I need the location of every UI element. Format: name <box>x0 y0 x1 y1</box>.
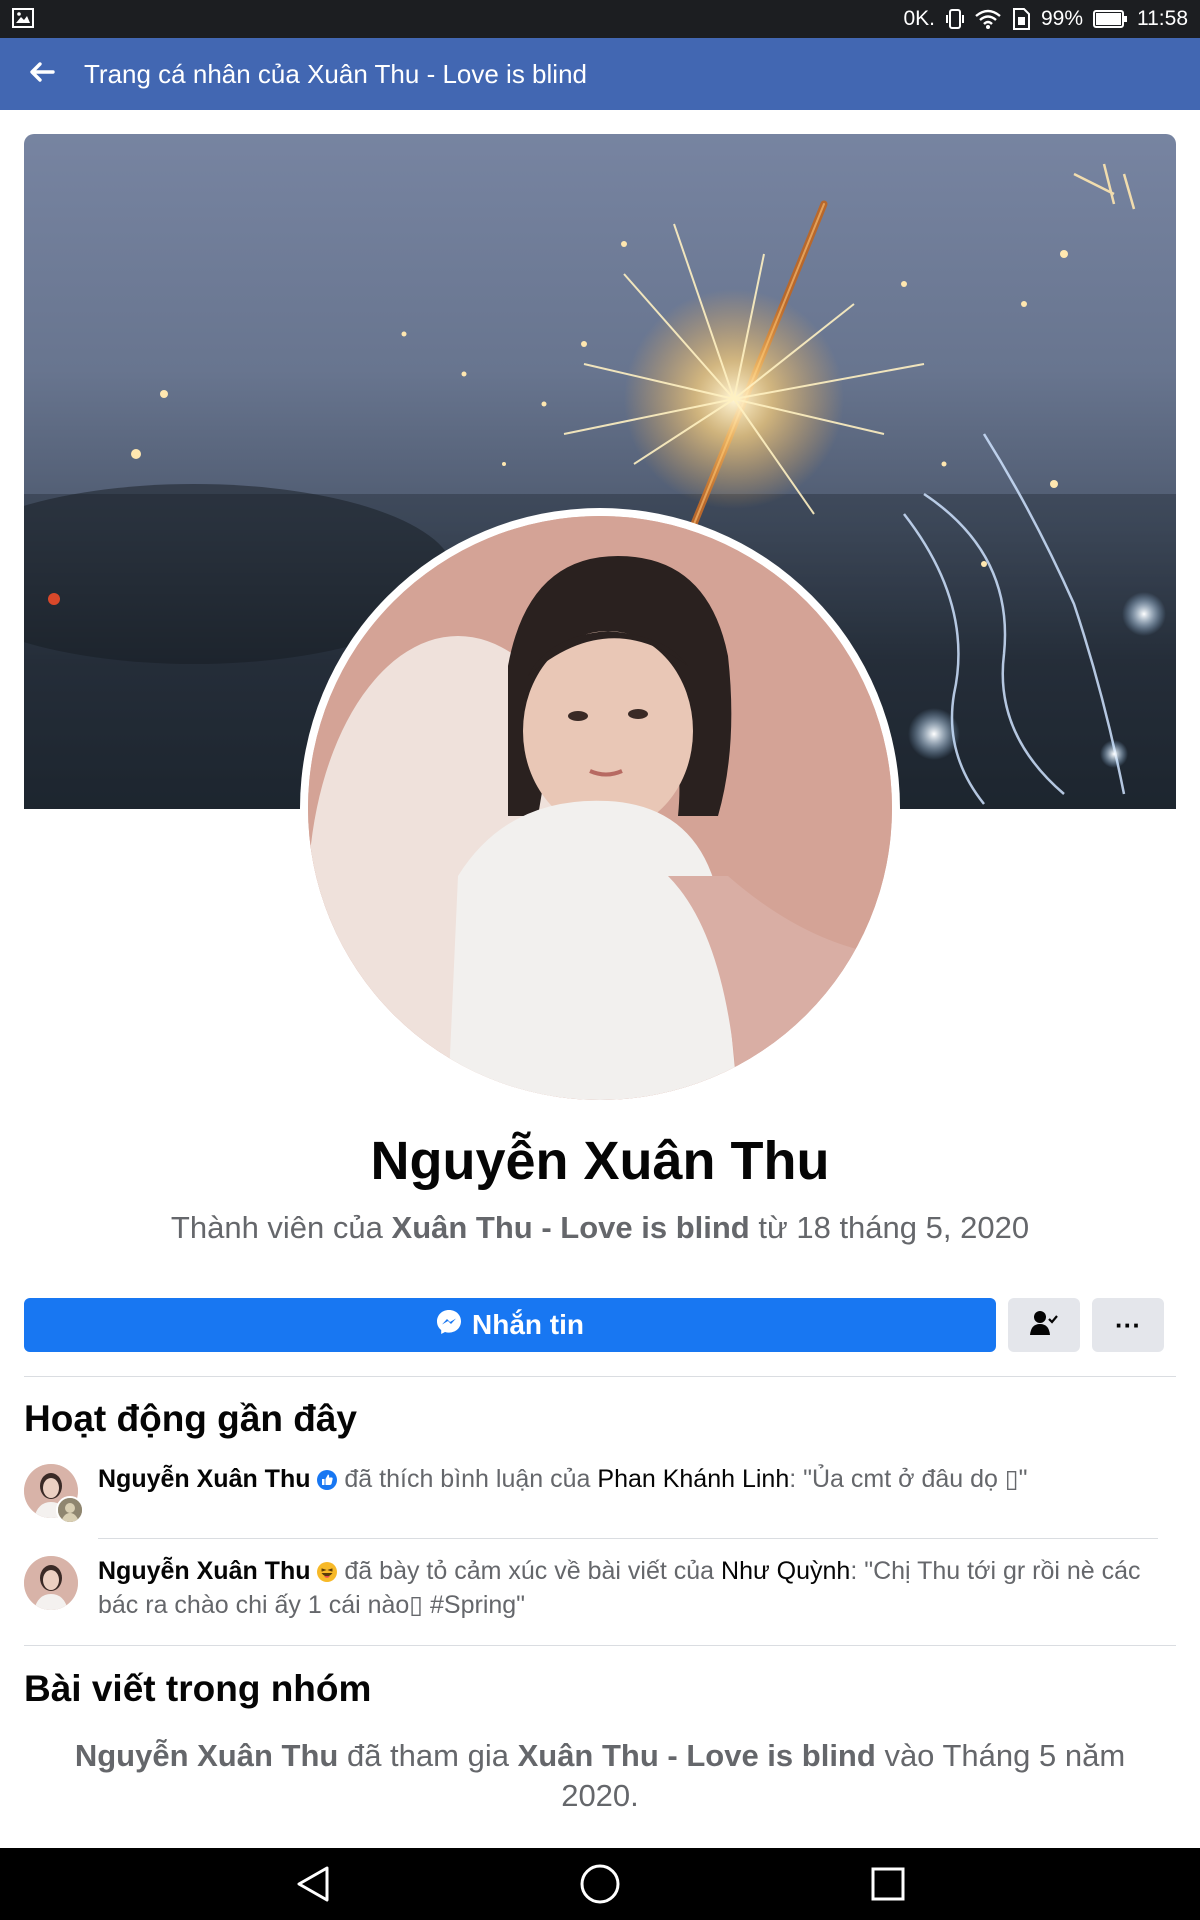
activity-text: Nguyễn Xuân Thu đã bày tỏ cảm xúc về bài… <box>98 1556 1178 1621</box>
divider <box>98 1538 1158 1539</box>
note-joined: đã tham gia <box>346 1738 509 1773</box>
member-since: từ 18 tháng 5, 2020 <box>758 1210 1030 1245</box>
wifi-icon <box>975 9 1001 29</box>
activity-actor[interactable]: Nguyễn Xuân Thu <box>98 1465 311 1493</box>
more-icon: ··· <box>1115 1309 1141 1340</box>
member-info: Thành viên của Xuân Thu - Love is blind … <box>0 1210 1200 1246</box>
group-posts-title: Bài viết trong nhóm <box>24 1668 372 1709</box>
activity-text: Nguyễn Xuân Thu đã thích bình luận của P… <box>98 1464 1178 1498</box>
clock: 11:58 <box>1137 7 1188 30</box>
group-join-note: Nguyễn Xuân Thu đã tham gia Xuân Thu - L… <box>60 1736 1140 1816</box>
nav-home-icon[interactable] <box>570 1862 630 1906</box>
divider <box>24 1645 1176 1646</box>
more-button[interactable]: ··· <box>1092 1298 1164 1352</box>
friend-button[interactable] <box>1008 1298 1080 1352</box>
sim-icon <box>1011 8 1031 30</box>
battery-icon <box>1093 10 1127 28</box>
activity-quote: : "Ủa cmt ở đâu dọ ▯" <box>789 1465 1028 1493</box>
member-prefix: Thành viên của <box>170 1210 383 1245</box>
gallery-icon <box>12 8 34 28</box>
status-bar: 0K. 99% 11:58 <box>0 0 1200 38</box>
divider <box>24 1376 1176 1377</box>
battery-percent: 99% <box>1040 7 1083 30</box>
activity-target[interactable]: Phan Khánh Linh <box>597 1465 789 1493</box>
recent-activity-title: Hoạt động gần đây <box>24 1398 357 1439</box>
haha-icon <box>317 1559 338 1590</box>
activity-action: đã thích bình luận của <box>344 1465 591 1493</box>
activity-item[interactable]: Nguyễn Xuân Thu đã thích bình luận của P… <box>24 1464 1176 1524</box>
app-bar: Trang cá nhân của Xuân Thu - Love is bli… <box>0 38 1200 110</box>
activity-action: đã bày tỏ cảm xúc về bài viết của <box>344 1557 715 1585</box>
activity-actor[interactable]: Nguyễn Xuân Thu <box>98 1557 311 1585</box>
note-actor[interactable]: Nguyễn Xuân Thu <box>75 1738 339 1773</box>
page-title: Trang cá nhân của Xuân Thu - Love is bli… <box>84 58 587 89</box>
back-button[interactable] <box>0 38 84 110</box>
arrow-left-icon <box>29 61 55 88</box>
nav-back-icon[interactable] <box>283 1862 343 1906</box>
activity-target[interactable]: Như Quỳnh <box>721 1557 850 1585</box>
like-icon <box>317 1467 338 1498</box>
system-nav-bar <box>0 1848 1200 1920</box>
avatar[interactable] <box>24 1556 78 1610</box>
vibrate-icon <box>945 8 965 30</box>
message-button[interactable]: Nhắn tin <box>24 1298 996 1352</box>
message-label: Nhắn tin <box>472 1309 584 1340</box>
profile-name: Nguyễn Xuân Thu <box>370 1131 830 1191</box>
nav-recents-icon[interactable] <box>858 1862 918 1906</box>
group-link[interactable]: Xuân Thu - Love is blind <box>392 1210 750 1245</box>
activity-item[interactable]: Nguyễn Xuân Thu đã bày tỏ cảm xúc về bài… <box>24 1556 1176 1620</box>
group-badge-icon <box>56 1496 84 1524</box>
note-group[interactable]: Xuân Thu - Love is blind <box>518 1738 876 1773</box>
messenger-icon <box>436 1309 462 1342</box>
profile-picture[interactable] <box>308 516 892 1100</box>
network-speed: 0K. <box>903 7 935 30</box>
friend-check-icon <box>1030 1310 1058 1341</box>
